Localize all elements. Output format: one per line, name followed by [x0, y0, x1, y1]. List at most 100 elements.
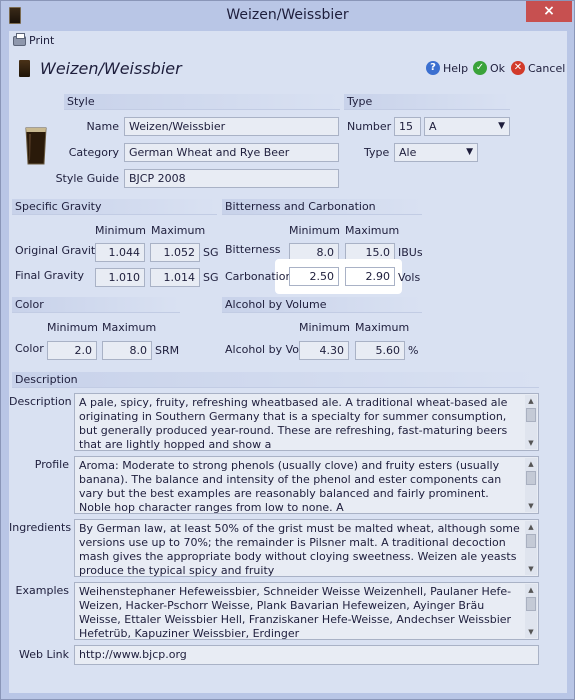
- abv-min-field[interactable]: 4.30: [299, 341, 349, 360]
- color-min-header: Minimum: [47, 321, 98, 334]
- print-button[interactable]: Print: [13, 32, 55, 47]
- toolbar: Print: [9, 31, 567, 51]
- beer-glass-icon: [19, 60, 30, 77]
- profile-label: Profile: [34, 458, 69, 471]
- print-label: Print: [29, 34, 55, 47]
- category-field[interactable]: German Wheat and Rye Beer: [124, 143, 339, 162]
- color-min-field[interactable]: 2.0: [47, 341, 97, 360]
- style-window: Weizen/Weissbier × Print Weizen/Weissbie…: [0, 0, 575, 700]
- header: Weizen/Weissbier ? Help ✓ Ok ✕ Cancel: [9, 55, 567, 83]
- abv-min-header: Minimum: [299, 321, 350, 334]
- ingredients-scrollbar[interactable]: ▲ ▼: [525, 521, 537, 575]
- profile-text: Aroma: Moderate to strong phenols (usual…: [79, 459, 502, 514]
- help-label: Help: [443, 61, 469, 75]
- og-unit: SG: [203, 246, 219, 259]
- cancel-label: Cancel: [528, 61, 566, 75]
- fg-min-field[interactable]: 1.010: [95, 268, 145, 287]
- scroll-up-icon[interactable]: ▲: [525, 458, 537, 470]
- web-link-label: Web Link: [18, 648, 69, 661]
- og-max-field[interactable]: 1.052: [150, 243, 200, 262]
- examples-scrollbar[interactable]: ▲ ▼: [525, 584, 537, 638]
- scroll-down-icon[interactable]: ▼: [525, 500, 537, 512]
- name-field[interactable]: Weizen/Weissbier: [124, 117, 339, 136]
- color-label: Color: [15, 342, 44, 355]
- description-section-header: Description: [12, 372, 539, 388]
- description-textarea[interactable]: A pale, spicy, fruity, refreshing wheatb…: [74, 393, 539, 451]
- carbonation-max-field[interactable]: 2.90: [345, 267, 395, 286]
- ok-button[interactable]: ✓ Ok: [473, 61, 505, 75]
- color-unit: SRM: [155, 344, 180, 357]
- type-dropdown[interactable]: Ale ▼: [394, 143, 478, 162]
- ingredients-textarea[interactable]: By German law, at least 50% of the grist…: [74, 519, 539, 577]
- style-guide-label: Style Guide: [55, 172, 119, 185]
- cancel-button[interactable]: ✕ Cancel: [511, 61, 565, 75]
- ok-label: Ok: [490, 61, 506, 75]
- style-section-header: Style: [64, 94, 340, 110]
- page-title: Weizen/Weissbier: [40, 59, 182, 78]
- scroll-thumb[interactable]: [526, 471, 536, 485]
- category-label: Category: [68, 146, 119, 159]
- beer-glass-image: [25, 127, 47, 165]
- profile-scrollbar[interactable]: ▲ ▼: [525, 458, 537, 512]
- scroll-up-icon[interactable]: ▲: [525, 584, 537, 596]
- bitterness-unit: IBUs: [398, 246, 423, 259]
- examples-textarea[interactable]: Weihenstephaner Hefeweissbier, Schneider…: [74, 582, 539, 640]
- carbonation-label: Carbonation: [225, 270, 293, 283]
- chevron-down-icon: ▼: [466, 147, 473, 157]
- chevron-down-icon: ▼: [498, 121, 505, 131]
- bitterness-label: Bitterness: [225, 243, 281, 256]
- scroll-down-icon[interactable]: ▼: [525, 563, 537, 575]
- carbonation-unit: Vols: [398, 271, 421, 284]
- abv-label: Alcohol by Vol: [225, 343, 303, 356]
- help-icon: ?: [426, 61, 440, 75]
- scroll-thumb[interactable]: [526, 408, 536, 422]
- scroll-thumb[interactable]: [526, 534, 536, 548]
- ingredients-label: Ingredients: [9, 521, 72, 534]
- client-area: Print Weizen/Weissbier ? Help ✓ Ok ✕ Can…: [9, 31, 567, 693]
- check-icon: ✓: [473, 61, 487, 75]
- abv-max-field[interactable]: 5.60: [355, 341, 405, 360]
- type-label: Type: [364, 146, 390, 159]
- description-text: A pale, spicy, fruity, refreshing wheatb…: [79, 396, 508, 451]
- name-label: Name: [86, 120, 119, 133]
- color-max-field[interactable]: 8.0: [102, 341, 152, 360]
- description-scrollbar[interactable]: ▲ ▼: [525, 395, 537, 449]
- fg-unit: SG: [203, 271, 219, 284]
- color-max-header: Maximum: [102, 321, 157, 334]
- style-letter-dropdown[interactable]: A ▼: [424, 117, 510, 136]
- scroll-down-icon[interactable]: ▼: [525, 437, 537, 449]
- title-bar[interactable]: Weizen/Weissbier ×: [1, 1, 574, 31]
- bitterness-min-header: Minimum: [289, 224, 340, 237]
- close-button[interactable]: ×: [526, 1, 572, 22]
- abv-max-header: Maximum: [355, 321, 410, 334]
- scroll-down-icon[interactable]: ▼: [525, 626, 537, 638]
- og-min-field[interactable]: 1.044: [95, 243, 145, 262]
- help-button[interactable]: ? Help: [426, 61, 468, 75]
- profile-textarea[interactable]: Aroma: Moderate to strong phenols (usual…: [74, 456, 539, 514]
- window-title: Weizen/Weissbier: [226, 7, 349, 23]
- type-section-header: Type: [344, 94, 510, 110]
- abv-unit: %: [408, 344, 419, 357]
- cancel-icon: ✕: [511, 61, 525, 75]
- carbonation-min-field[interactable]: 2.50: [289, 267, 339, 286]
- bitterness-section-header: Bitterness and Carbonation: [222, 199, 422, 215]
- color-section-header: Color: [12, 297, 180, 313]
- scroll-thumb[interactable]: [526, 597, 536, 611]
- fg-max-field[interactable]: 1.014: [150, 268, 200, 287]
- type-value: Ale: [399, 146, 417, 159]
- fg-label: Final Gravity: [15, 269, 85, 282]
- abv-section-header: Alcohol by Volume: [222, 297, 422, 313]
- gravity-section-header: Specific Gravity: [12, 199, 217, 215]
- number-label: Number: [347, 120, 392, 133]
- web-link-field[interactable]: http://www.bjcp.org: [74, 645, 539, 665]
- gravity-min-header: Minimum: [95, 224, 146, 237]
- examples-label: Examples: [15, 584, 69, 597]
- number-field[interactable]: 15: [394, 117, 421, 136]
- scroll-up-icon[interactable]: ▲: [525, 521, 537, 533]
- ingredients-text: By German law, at least 50% of the grist…: [79, 522, 520, 577]
- printer-icon: [13, 32, 26, 46]
- style-letter-value: A: [429, 120, 437, 133]
- scroll-up-icon[interactable]: ▲: [525, 395, 537, 407]
- gravity-max-header: Maximum: [151, 224, 206, 237]
- style-guide-field[interactable]: BJCP 2008: [124, 169, 339, 188]
